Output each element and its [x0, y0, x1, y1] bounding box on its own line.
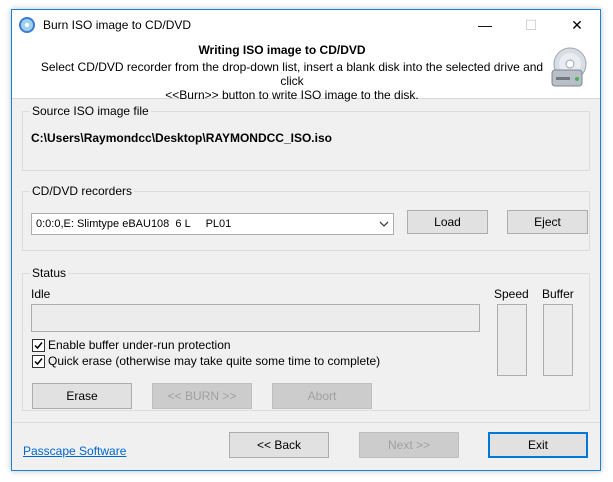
- window-title: Burn ISO image to CD/DVD: [43, 18, 192, 32]
- close-button[interactable]: ✕: [554, 10, 600, 40]
- recorders-group-label: CD/DVD recorders: [30, 184, 135, 198]
- eject-button[interactable]: Eject: [507, 210, 588, 234]
- header-title: Writing ISO image to CD/DVD: [198, 43, 366, 57]
- passcape-link[interactable]: Passcape Software: [23, 444, 126, 458]
- recorder-dropdown[interactable]: 0:0:0,E: Slimtype eBAU108 6 L PL01: [31, 213, 394, 235]
- checkmark-icon: [34, 342, 43, 350]
- source-iso-group: Source ISO image file C:\Users\Raymondcc…: [22, 104, 590, 171]
- erase-button[interactable]: Erase: [32, 383, 132, 409]
- minimize-button[interactable]: —: [462, 10, 508, 40]
- dropdown-arrow-icon: [379, 221, 389, 227]
- header-description: Select CD/DVD recorder from the drop-dow…: [32, 60, 552, 102]
- disc-drive-icon: [551, 47, 587, 87]
- speed-label: Speed: [494, 287, 529, 301]
- source-iso-path: C:\Users\Raymondcc\Desktop\RAYMONDCC_ISO…: [31, 131, 332, 145]
- quick-erase-label[interactable]: Quick erase (otherwise may take quite so…: [48, 354, 380, 368]
- checkmark-icon: [34, 358, 43, 366]
- next-button[interactable]: Next >>: [359, 432, 459, 458]
- title-bar[interactable]: Burn ISO image to CD/DVD — ☐ ✕: [12, 10, 600, 40]
- buffer-meter: [543, 304, 573, 376]
- speed-meter: [497, 304, 527, 376]
- maximize-button[interactable]: ☐: [508, 10, 554, 40]
- exit-button[interactable]: Exit: [488, 432, 588, 458]
- source-iso-group-label: Source ISO image file: [30, 104, 151, 118]
- abort-button[interactable]: Abort: [272, 383, 372, 409]
- wizard-header: Writing ISO image to CD/DVD Select CD/DV…: [12, 40, 600, 102]
- header-description-line1: Select CD/DVD recorder from the drop-dow…: [40, 60, 544, 88]
- burn-iso-window: Burn ISO image to CD/DVD — ☐ ✕ Writing I…: [11, 9, 601, 471]
- back-button[interactable]: << Back: [229, 432, 329, 458]
- recorder-dropdown-value: 0:0:0,E: Slimtype eBAU108 6 L PL01: [36, 218, 232, 230]
- header-description-line2: <<Burn>> button to write ISO image to th…: [165, 88, 419, 102]
- buffer-protection-checkbox[interactable]: [32, 339, 45, 352]
- status-group: Status Idle Speed Buffer Enable buffer u…: [22, 266, 590, 411]
- buffer-label: Buffer: [542, 287, 574, 301]
- app-disc-icon: [19, 17, 35, 33]
- status-state-text: Idle: [31, 287, 51, 301]
- burn-button[interactable]: << BURN >>: [152, 383, 252, 409]
- footer-divider: [12, 422, 600, 423]
- status-group-label: Status: [30, 266, 69, 280]
- quick-erase-checkbox[interactable]: [32, 355, 45, 368]
- load-button[interactable]: Load: [407, 210, 488, 234]
- buffer-protection-label[interactable]: Enable buffer under-run protection: [48, 338, 231, 352]
- status-progress-box: [31, 304, 480, 332]
- recorders-group: CD/DVD recorders 0:0:0,E: Slimtype eBAU1…: [22, 184, 590, 251]
